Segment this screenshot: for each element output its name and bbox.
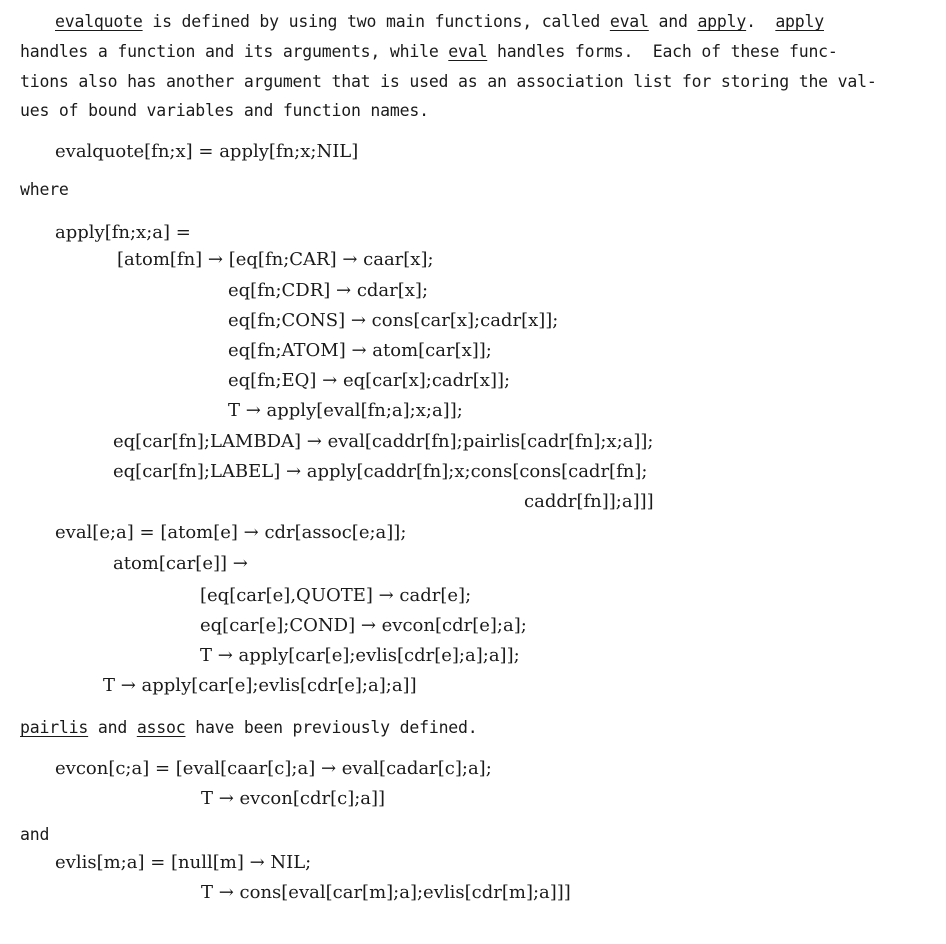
text-run: and [648,12,698,31]
apply-line-8: eq[car[fn];LAMBDA] → eval[caddr[fn];pair… [113,431,654,452]
apply-line-3: eq[fn;CDR] → cdar[x]; [228,280,429,301]
eval-line-4: eq[car[e];COND] → evcon[cdr[e];a]; [200,615,527,636]
eval-line-3: [eq[car[e],QUOTE] → cadr[e]; [200,585,472,606]
text-run: and [88,718,137,737]
evlis-line-1: evlis[m;a] = [null[m] → NIL; [55,852,312,873]
underlined-term: assoc [136,718,186,737]
text-run: is defined by using two main functions, … [142,12,610,31]
where-label: where [20,180,69,199]
intro-line-2: handles a function and its arguments, wh… [20,40,838,64]
intro-line-3: tions also has another argument that is … [20,72,877,91]
underlined-term: apply [697,12,747,31]
intro-line-4: ues of bound variables and function name… [20,101,429,120]
intro-line-1: evalquote is defined by using two main f… [55,10,824,34]
text-run: have been previously defined. [185,718,478,737]
underlined-term: pairlis [20,718,89,737]
evalquote-definition: evalquote[fn;x] = apply[fn;x;NIL] [55,141,359,162]
apply-line-10: caddr[fn]];a]]] [524,491,654,512]
apply-line-2: [atom[fn] → [eq[fn;CAR] → caar[x]; [117,249,434,270]
underlined-term: apply [775,12,824,31]
apply-line-9: eq[car[fn];LABEL] → apply[caddr[fn];x;co… [113,461,648,482]
underlined-term: eval [609,12,649,31]
apply-line-7: T → apply[eval[fn;a];x;a]]; [228,400,463,421]
and-label: and [20,825,50,844]
apply-line-6: eq[fn;EQ] → eq[car[x];cadr[x]]; [228,370,511,391]
apply-line-5: eq[fn;ATOM] → atom[car[x]]; [228,340,492,361]
apply-line-4: eq[fn;CONS] → cons[car[x];cadr[x]]; [228,310,559,331]
evcon-line-1: evcon[c;a] = [eval[caar[c];a] → eval[cad… [55,758,492,779]
evlis-line-2: T → cons[eval[car[m];a];evlis[cdr[m];a]]… [201,882,571,903]
apply-line-1: apply[fn;x;a] = [55,222,191,243]
text-run: handles a function and its arguments, wh… [20,42,449,61]
eval-line-1: eval[e;a] = [atom[e] → cdr[assoc[e;a]]; [55,522,407,543]
text-run: handles forms. Each of these func- [487,42,838,61]
note-previously-defined: pairlis and assoc have been previously d… [20,716,478,740]
eval-line-2: atom[car[e]] → [113,553,248,574]
underlined-term: evalquote [55,12,143,31]
evcon-line-2: T → evcon[cdr[c];a]] [201,788,386,809]
text-run: . [746,12,776,31]
eval-line-5: T → apply[car[e];evlis[cdr[e];a];a]]; [200,645,520,666]
eval-line-6: T → apply[car[e];evlis[cdr[e];a];a]] [103,675,417,696]
underlined-term: eval [448,42,488,61]
